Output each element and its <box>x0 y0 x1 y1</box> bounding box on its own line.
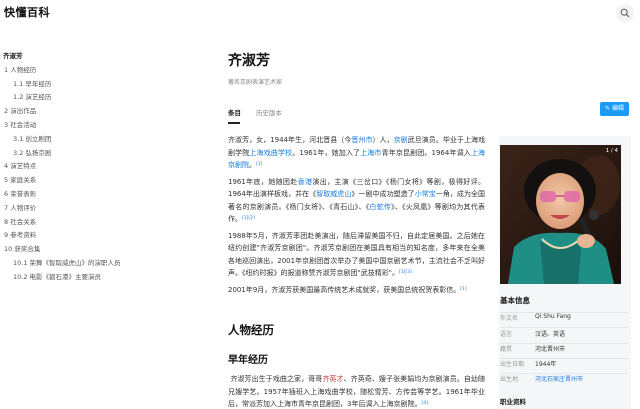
toc-title[interactable]: 齐淑芳 <box>0 50 200 64</box>
edit-button-label: 编辑 <box>612 105 625 112</box>
infobox-section-career: 职业资料 <box>500 398 526 406</box>
info-value: 1944年 <box>535 361 557 368</box>
toc-item[interactable]: 9 参考资料 <box>0 229 200 243</box>
toc-item[interactable]: 10.1 荣舞《智取威虎山》的演职人员 <box>0 257 200 271</box>
link-xiaochangbao[interactable]: 小常宝 <box>415 190 436 198</box>
citation[interactable]: [1] <box>256 162 262 167</box>
info-label: 出生地 <box>500 376 519 383</box>
info-label: 外文名 <box>500 315 519 322</box>
info-label: 籍贯 <box>500 346 513 353</box>
info-value: Qi Shu Fang <box>535 313 571 320</box>
link-jinzhou[interactable]: 晋州市 <box>351 136 372 144</box>
portrait-illustration <box>500 145 621 284</box>
text: 1961年底，她随团赴 <box>228 177 298 186</box>
text: 。 <box>249 161 256 169</box>
toc-item[interactable]: 5 家庭关系 <box>0 174 200 188</box>
image-counter: 1 / 4 <box>605 148 618 154</box>
divider <box>500 327 628 328</box>
citation[interactable]: [1] <box>460 287 466 292</box>
link-qi-yingcai[interactable]: 齐英才 <box>322 375 343 383</box>
subsection-heading-early-life: 早年经历 <box>228 355 268 366</box>
text: 1988年5月，齐淑芳率团赴美演出，随后滞留美国不归，自此定居美国。之后她在纽约… <box>228 231 485 278</box>
text: 齐淑芳出生于戏曲之家，哥哥 <box>230 375 323 383</box>
link-birthplace[interactable]: 河北石家庄晋州市 <box>535 374 583 383</box>
toc-item[interactable]: 2 演出作品 <box>0 105 200 119</box>
toc-item[interactable]: 7 人物评价 <box>0 202 200 216</box>
section-heading-biography: 人物经历 <box>228 323 274 337</box>
paragraph-intro: 齐淑芳，女，1944年生，河北晋县（今晋州市）人，京剧武旦演员。毕业于上海戏剧学… <box>228 134 485 172</box>
portrait-image[interactable]: 1 / 4 <box>500 145 621 284</box>
toc-item[interactable]: 10 获奖合集 <box>0 243 200 257</box>
citation[interactable]: [1][2] <box>242 216 255 221</box>
text: 》一剧中成功塑造了 <box>351 190 415 198</box>
toc-item[interactable]: 3.2 弘扬京剧 <box>0 147 200 161</box>
info-label: 出生日期 <box>500 361 525 368</box>
info-label: 语言 <box>500 331 513 338</box>
tab-entry[interactable]: 条目 <box>228 107 241 117</box>
page-subtitle: 著名京剧表演艺术家 <box>228 79 283 86</box>
toc-item[interactable]: 6 荣誉表彰 <box>0 188 200 202</box>
link-baishezhuan[interactable]: 白蛇传 <box>369 203 391 211</box>
toc-item[interactable]: 1 人物经历 <box>0 64 200 78</box>
link-zhiqu-weihushan[interactable]: 智取威虎山 <box>316 190 351 198</box>
text: 。1961年，她加入了 <box>292 148 361 157</box>
toc-item[interactable]: 4 演艺特点 <box>0 160 200 174</box>
link-shanghai[interactable]: 上海市 <box>360 149 381 157</box>
table-of-contents: 齐淑芳 1 人物经历 1.1 早年经历 1.2 演艺经历 2 演出作品 3 社会活动 3.1… <box>0 50 200 285</box>
toc-item[interactable]: 1.1 早年经历 <box>0 78 200 92</box>
site-logo[interactable]: 快懂百科 <box>4 4 50 20</box>
infobox: 1 / 4 基本信息 外文名 Qi Shu Fang 语言 汉语、英语 籍贯 河… <box>499 136 631 409</box>
infobox-title: 基本信息 <box>500 296 530 305</box>
info-row-birthplace: 出生地 河北石家庄晋州市 <box>500 374 628 390</box>
summary-article: 齐淑芳，女，1944年生，河北晋县（今晋州市）人，京剧武旦演员。毕业于上海戏剧学… <box>228 134 485 300</box>
text: ）人， <box>372 136 394 144</box>
tab-history[interactable]: 历史版本 <box>256 107 282 117</box>
link-jingju[interactable]: 京剧 <box>394 136 408 144</box>
text: 青年京昆剧团。1964年调入 <box>381 148 471 157</box>
toc-item[interactable]: 10.2 电影《碧石港》主要演员 <box>0 271 200 285</box>
text: 2001年9月，齐淑芳获美国最高传统艺术成就奖，获美国总统祝贺表彰信。 <box>228 285 461 294</box>
info-value: 河北晋州市 <box>535 346 566 353</box>
link-shanghai-opera-school[interactable]: 上海戏曲学校 <box>249 149 292 157</box>
edit-button[interactable]: ✎ 编辑 <box>600 102 629 116</box>
page-title: 齐淑芳 <box>228 53 270 69</box>
active-tab-indicator <box>228 122 240 124</box>
paragraph-career: 1961年底，她随团赴香港演出，主演《三岔口》《杨门女将》等剧，极得好评。196… <box>228 176 485 226</box>
toc-item[interactable]: 1.2 演艺经历 <box>0 91 200 105</box>
early-life-article: 齐淑芳出生于戏曲之家，哥哥齐英才、齐英奇、嫂子张美娟均为京剧演员。自幼随兄嫂学艺… <box>228 373 485 409</box>
toc-item[interactable]: 3 社会活动 <box>0 119 200 133</box>
paragraph-early-life: 齐淑芳出生于戏曲之家，哥哥齐英才、齐英奇、嫂子张美娟均为京剧演员。自幼随兄嫂学艺… <box>228 373 485 409</box>
text: 齐淑芳，女，1944年生，河北晋县（今 <box>228 136 352 144</box>
pencil-icon: ✎ <box>604 105 610 112</box>
toc-item[interactable]: 3.1 创立剧团 <box>0 133 200 147</box>
content-tabs: 条目 历史版本 <box>228 107 628 127</box>
toc-item[interactable]: 8 社会关系 <box>0 216 200 230</box>
link-hongkong[interactable]: 香港 <box>298 178 313 186</box>
info-value: 汉语、英语 <box>535 331 566 338</box>
paragraph-usa: 1988年5月，齐淑芳率团赴美演出，随后滞留美国不归，自此定居美国。之后她在纽约… <box>228 230 485 280</box>
paragraph-award: 2001年9月，齐淑芳获美国最高传统艺术成就奖，获美国总统祝贺表彰信。[1] <box>228 284 485 297</box>
citation[interactable]: [1][3] <box>399 270 412 275</box>
citation[interactable]: [4] <box>421 401 427 406</box>
